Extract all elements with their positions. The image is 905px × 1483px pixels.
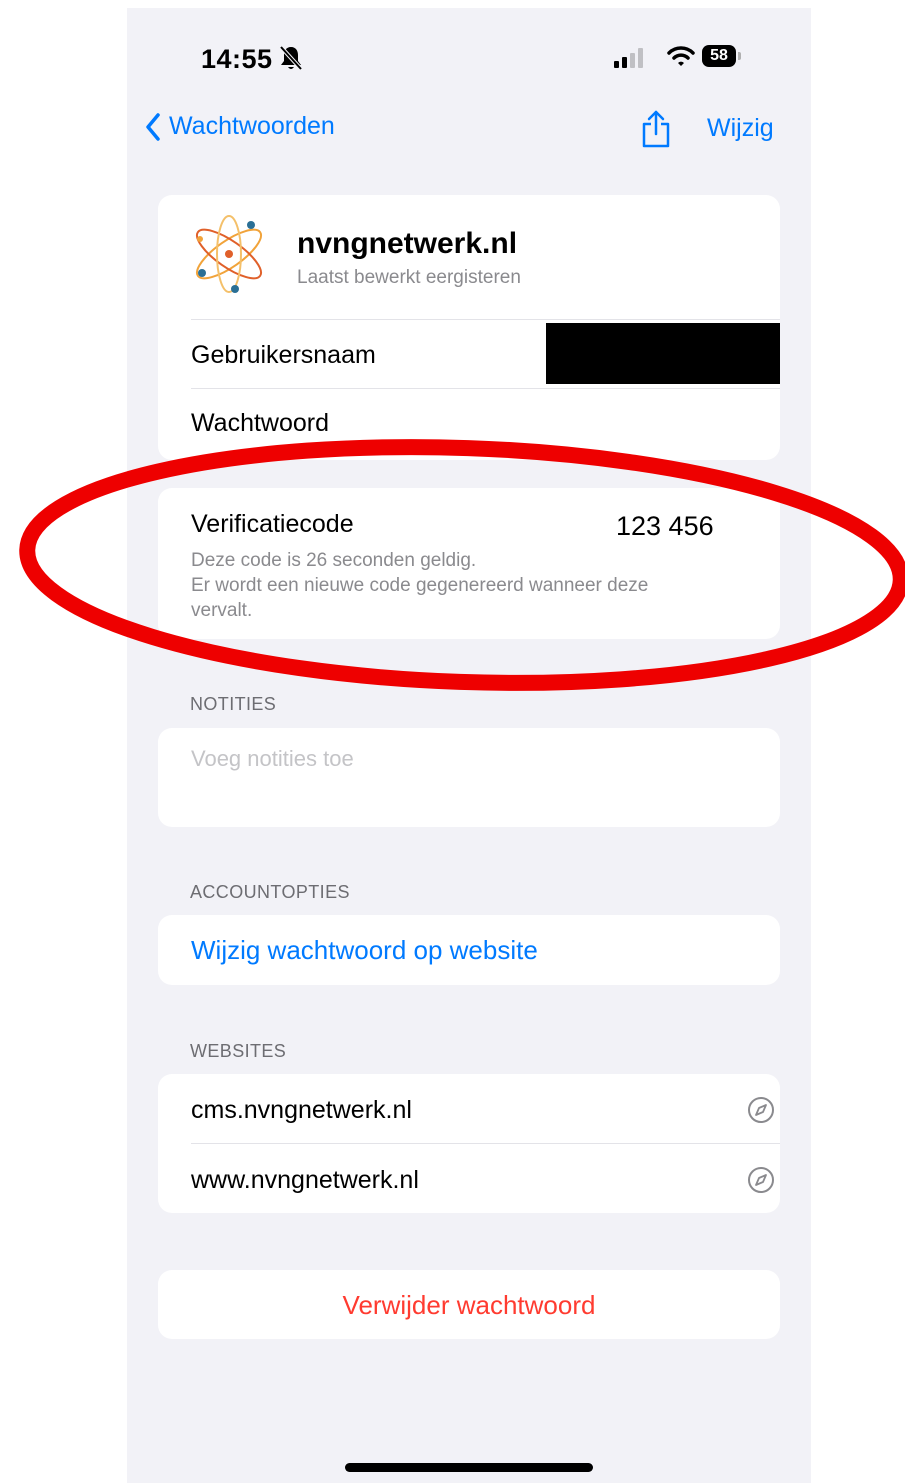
verification-code-card[interactable]: Verificatiecode 123 456 Deze code is 26 … xyxy=(158,488,780,639)
back-button[interactable]: Wachtwoorden xyxy=(145,112,335,141)
share-icon xyxy=(642,110,670,148)
account-options-card: Wijzig wachtwoord op website xyxy=(158,915,780,985)
username-redacted xyxy=(546,323,780,384)
websites-card: cms.nvngnetwerk.nl www.nvngnetwerk.nl xyxy=(158,1074,780,1213)
status-time: 14:55 xyxy=(201,44,273,74)
website-row[interactable]: www.nvngnetwerk.nl xyxy=(191,1143,780,1213)
username-label: Gebruikersnaam xyxy=(191,341,376,369)
back-label: Wachtwoorden xyxy=(169,112,335,140)
edit-button[interactable]: Wijzig xyxy=(707,114,774,143)
verification-note-line2: Er wordt een nieuwe code gegenereerd wan… xyxy=(191,575,649,621)
username-row[interactable]: Gebruikersnaam xyxy=(191,319,780,388)
compass-icon[interactable] xyxy=(747,1096,775,1129)
website-url: www.nvngnetwerk.nl xyxy=(191,1166,419,1194)
bell-slash-icon xyxy=(279,45,303,76)
notes-input[interactable]: Voeg notities toe xyxy=(191,746,354,772)
status-bar: 14:55 58 xyxy=(127,8,811,88)
delete-password-button[interactable]: Verwijder wachtwoord xyxy=(158,1290,780,1321)
compass-icon[interactable] xyxy=(747,1166,775,1199)
password-label: Wachtwoord xyxy=(191,409,330,437)
change-password-on-website-link[interactable]: Wijzig wachtwoord op website xyxy=(191,935,538,966)
website-url: cms.nvngnetwerk.nl xyxy=(191,1096,412,1124)
app-logo xyxy=(188,209,270,304)
websites-section-header: WEBSITES xyxy=(190,1041,287,1061)
site-title: nvngnetwerk.nl xyxy=(297,227,518,260)
wifi-icon xyxy=(667,44,695,73)
home-indicator[interactable] xyxy=(345,1463,593,1472)
account-options-header: ACCOUNTOPTIES xyxy=(190,882,350,902)
website-row[interactable]: cms.nvngnetwerk.nl xyxy=(191,1074,780,1142)
verification-note-line1: Deze code is 26 seconden geldig. xyxy=(191,550,477,571)
chevron-left-icon xyxy=(146,112,160,141)
notes-card[interactable]: Voeg notities toe xyxy=(158,728,780,827)
battery-tip xyxy=(738,52,741,60)
password-row[interactable]: Wachtwoord xyxy=(191,388,780,460)
phone-screen: 14:55 58 Wachtwoorden Wijzig nvngnetwerk… xyxy=(127,8,811,1483)
share-button[interactable] xyxy=(640,110,672,153)
battery-icon: 58 xyxy=(702,45,736,67)
delete-card: Verwijder wachtwoord xyxy=(158,1270,780,1339)
verification-note: Deze code is 26 seconden geldig. Er word… xyxy=(191,548,671,623)
notes-section-header: NOTITIES xyxy=(190,694,277,714)
last-edited-text: Laatst bewerkt eergisteren xyxy=(297,267,521,288)
password-header-card: nvngnetwerk.nl Laatst bewerkt eergistere… xyxy=(158,195,780,460)
signal-icon xyxy=(614,48,644,73)
verification-code: 123 456 xyxy=(616,511,714,541)
verification-label: Verificatiecode xyxy=(191,510,354,538)
